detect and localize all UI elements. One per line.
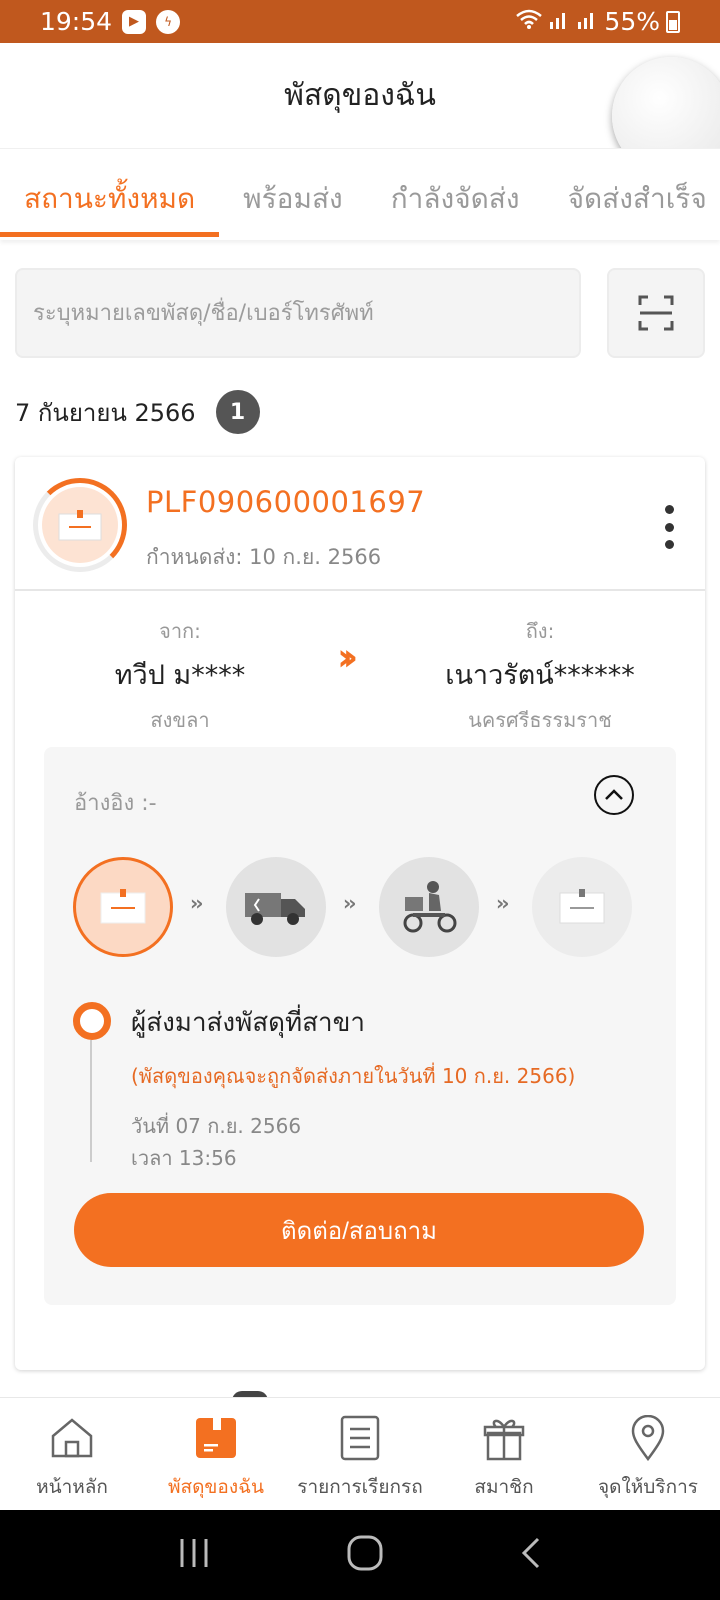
contact-button[interactable]: ติดต่อ/สอบถาม	[74, 1193, 644, 1267]
status-note: (พัสดุของคุณจะถูกจัดส่งภายในวันที่ 10 ก.…	[131, 1064, 576, 1088]
route-info: จาก: ทวีป ม**** สงขลา ›› ถึง: เนาวรัตน์*…	[15, 591, 705, 743]
bottom-navigation: หน้าหลัก พัสดุของฉัน รายการเรียกรถ สมาชิ…	[0, 1397, 720, 1510]
battery-icon	[666, 10, 680, 33]
tab-all-status[interactable]: สถานะทั้งหมด	[0, 149, 220, 240]
video-app-icon: ▶	[122, 9, 147, 34]
parcel-icon	[192, 1414, 240, 1462]
wifi-icon	[516, 8, 543, 35]
battery-percent: 55%	[604, 7, 660, 36]
app-header: พัสดุของฉัน	[0, 43, 720, 175]
group-count-badge: 1	[215, 390, 260, 434]
reference-text: อ้างอิง :-	[74, 791, 157, 816]
step-chevron-icon: ››	[496, 891, 510, 915]
step-chevron-icon: ››	[343, 891, 357, 915]
nav-home[interactable]: หน้าหลัก	[0, 1398, 144, 1510]
double-chevron-right-icon: ››	[337, 635, 359, 679]
group-date: 7 กันยายน 2566	[15, 398, 196, 427]
sender-province: สงขลา	[150, 708, 210, 732]
messenger-icon: ϟ	[156, 9, 181, 34]
nav-service-points-label: จุดให้บริการ	[598, 1476, 698, 1498]
to-label: ถึง:	[525, 619, 555, 643]
from-label: จาก:	[159, 619, 201, 643]
tab-in-delivery[interactable]: กำลังจัดส่ง	[367, 149, 544, 240]
tracking-detail-panel: อ้างอิง :- ›› ›› ›› ผู้ส่งมาส่งพัสดุที่ส…	[44, 747, 676, 1305]
date-group-header: 7 กันยายน 2566 1	[15, 390, 260, 434]
tab-delivered[interactable]: จัดส่งสำเร็จ	[544, 149, 720, 240]
timeline-line	[90, 1040, 92, 1162]
status-time: 19:54	[40, 7, 113, 36]
status-time: เวลา 13:56	[131, 1146, 237, 1170]
more-options-icon[interactable]	[659, 505, 679, 549]
gift-icon	[480, 1414, 528, 1462]
status-bar: 19:54 ▶ ϟ 55%	[0, 0, 720, 43]
step-dropoff-icon	[73, 857, 173, 957]
truck-icon	[226, 857, 326, 957]
tracking-number[interactable]: PLF090600001697	[146, 485, 425, 519]
timeline-dot-icon	[73, 1002, 111, 1040]
tab-ready-to-ship[interactable]: พร้อมส่ง	[219, 149, 367, 240]
system-navigation-bar	[0, 1510, 720, 1600]
sender-name: ทวีป ม****	[114, 660, 246, 691]
home-icon	[48, 1414, 96, 1462]
delivery-progress-steps: ›› ›› ››	[73, 857, 633, 959]
step-chevron-icon: ››	[190, 891, 204, 915]
search-box	[15, 268, 581, 358]
page-title: พัสดุของฉัน	[284, 78, 436, 113]
home-button-icon[interactable]	[346, 1534, 384, 1576]
recent-apps-icon[interactable]	[177, 1537, 211, 1573]
list-icon	[336, 1414, 384, 1462]
nav-service-points[interactable]: จุดให้บริการ	[576, 1398, 720, 1510]
status-date: วันที่ 07 ก.ย. 2566	[131, 1114, 302, 1138]
search-input[interactable]	[17, 270, 579, 356]
signal-icon-2	[576, 8, 598, 35]
recipient-province: นครศรีธรรมราช	[468, 708, 612, 732]
scan-button[interactable]	[607, 268, 705, 358]
nav-membership-label: สมาชิก	[474, 1476, 534, 1498]
parcel-card[interactable]: PLF090600001697 กำหนดส่ง: 10 ก.ย. 2566 จ…	[15, 457, 705, 1370]
delivered-box-icon	[532, 857, 632, 957]
due-date: กำหนดส่ง: 10 ก.ย. 2566	[146, 545, 382, 569]
nav-home-label: หน้าหลัก	[36, 1476, 108, 1498]
nav-my-parcels[interactable]: พัสดุของฉัน	[144, 1398, 288, 1510]
back-icon[interactable]	[519, 1536, 543, 1574]
recipient-block: ถึง: เนาวรัตน์****** นครศรีธรรมราช	[400, 615, 680, 736]
status-title: ผู้ส่งมาส่งพัสดุที่สาขา	[131, 1008, 365, 1038]
signal-icon	[548, 8, 570, 35]
motorcycle-courier-icon	[379, 857, 479, 957]
recipient-name: เนาวรัตน์******	[445, 660, 635, 691]
status-tabs: สถานะทั้งหมด พร้อมส่ง กำลังจัดส่ง จัดส่ง…	[0, 148, 720, 240]
nav-pickup-requests[interactable]: รายการเรียกรถ	[288, 1398, 432, 1510]
parcel-card-header: PLF090600001697 กำหนดส่ง: 10 ก.ย. 2566	[15, 457, 705, 591]
nav-my-parcels-label: พัสดุของฉัน	[167, 1476, 265, 1498]
nav-membership[interactable]: สมาชิก	[432, 1398, 576, 1510]
collapse-chevron-up-icon[interactable]	[594, 775, 634, 815]
location-pin-icon	[624, 1414, 672, 1462]
parcel-box-icon	[42, 487, 118, 563]
nav-pickup-requests-label: รายการเรียกรถ	[297, 1476, 423, 1498]
scan-icon	[638, 295, 674, 331]
sender-block: จาก: ทวีป ม**** สงขลา	[40, 615, 320, 736]
parcel-status-ring	[33, 478, 127, 572]
